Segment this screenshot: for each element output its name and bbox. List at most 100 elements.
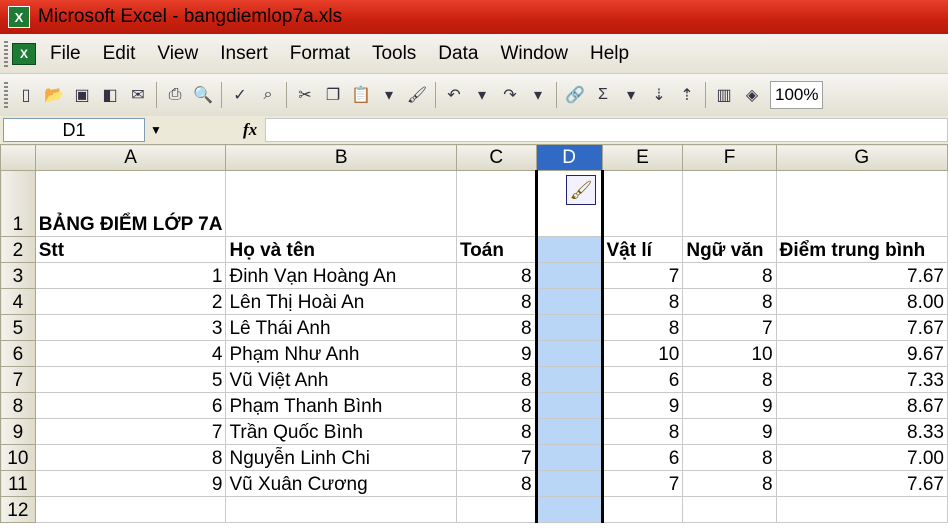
cell-b7[interactable]: Vũ Việt Anh (225, 366, 457, 393)
save-icon[interactable]: ▣ (71, 84, 93, 106)
insert-function-icon[interactable]: fx (243, 120, 257, 140)
menu-view[interactable]: View (157, 43, 198, 65)
row-header[interactable]: 7 (0, 366, 36, 393)
cell-d10[interactable] (534, 444, 604, 471)
cell-b4[interactable]: Lên Thị Hoài An (225, 288, 457, 315)
cell-g1[interactable] (775, 170, 948, 237)
research-icon[interactable]: ⌕ (257, 84, 279, 106)
cell-a12[interactable] (34, 496, 227, 523)
cell-a11[interactable]: 9 (34, 470, 227, 497)
cell-a3[interactable]: 1 (34, 262, 227, 289)
cell-e11[interactable]: 7 (601, 470, 684, 497)
cut-icon[interactable]: ✂ (294, 84, 316, 106)
cell-d5[interactable] (534, 314, 604, 341)
spelling-icon[interactable]: ✓ (229, 84, 251, 106)
cell-d11[interactable] (534, 470, 604, 497)
permission-icon[interactable]: ◧ (99, 84, 121, 106)
cell-c5[interactable]: 8 (455, 314, 537, 341)
cell-b10[interactable]: Nguyễn Linh Chi (225, 444, 457, 471)
cell-g12[interactable] (775, 496, 948, 523)
email-icon[interactable]: ✉ (127, 84, 149, 106)
cell-g11[interactable]: 7.67 (775, 470, 948, 497)
cell-f9[interactable]: 9 (682, 418, 777, 445)
sort-ascending-icon[interactable]: ⇣ (648, 84, 670, 106)
cell-g9[interactable]: 8.33 (775, 418, 948, 445)
cell-d4[interactable] (534, 288, 604, 315)
cell-d6[interactable] (534, 340, 604, 367)
cell-f6[interactable]: 10 (682, 340, 777, 367)
cell-a2[interactable]: Stt (34, 236, 227, 263)
row-header[interactable]: 11 (0, 470, 36, 497)
cell-b2[interactable]: Họ và tên (225, 236, 457, 263)
cell-b12[interactable] (225, 496, 457, 523)
cell-g7[interactable]: 7.33 (775, 366, 948, 393)
cell-e4[interactable]: 8 (601, 288, 684, 315)
cell-a8[interactable]: 6 (34, 392, 227, 419)
undo-icon[interactable]: ↶ (443, 84, 465, 106)
cell-g4[interactable]: 8.00 (775, 288, 948, 315)
row-header[interactable]: 1 (0, 170, 36, 237)
cell-f3[interactable]: 8 (682, 262, 777, 289)
cell-c11[interactable]: 8 (455, 470, 537, 497)
cell-a1[interactable]: BẢNG ĐIỂM LỚP 7A (34, 170, 227, 237)
cell-g6[interactable]: 9.67 (775, 340, 948, 367)
cell-b3[interactable]: Đinh Vạn Hoàng An (225, 262, 457, 289)
cell-c8[interactable]: 8 (455, 392, 537, 419)
cell-b11[interactable]: Vũ Xuân Cương (225, 470, 457, 497)
cell-c12[interactable] (455, 496, 537, 523)
cell-a4[interactable]: 2 (34, 288, 227, 315)
cell-e8[interactable]: 9 (601, 392, 684, 419)
excel-app-icon[interactable]: X (8, 6, 30, 28)
paste-dropdown-icon[interactable]: ▾ (378, 84, 400, 106)
cell-b5[interactable]: Lê Thái Anh (225, 314, 457, 341)
row-header[interactable]: 9 (0, 418, 36, 445)
autosum-dropdown-icon[interactable]: ▾ (620, 84, 642, 106)
menu-tools[interactable]: Tools (372, 43, 416, 65)
cell-f11[interactable]: 8 (682, 470, 777, 497)
cell-g5[interactable]: 7.67 (775, 314, 948, 341)
menu-file[interactable]: File (50, 43, 81, 65)
hyperlink-icon[interactable]: 🔗 (564, 84, 586, 106)
row-header[interactable]: 12 (0, 496, 36, 523)
menu-help[interactable]: Help (590, 43, 629, 65)
cell-g8[interactable]: 8.67 (775, 392, 948, 419)
menu-window[interactable]: Window (500, 43, 568, 65)
cell-d12[interactable] (534, 496, 604, 523)
cell-d9[interactable] (534, 418, 604, 445)
cell-c9[interactable]: 8 (455, 418, 537, 445)
copy-icon[interactable]: ❐ (322, 84, 344, 106)
cell-f8[interactable]: 9 (682, 392, 777, 419)
cell-e6[interactable]: 10 (601, 340, 684, 367)
cell-c4[interactable]: 8 (455, 288, 537, 315)
cell-e2[interactable]: Vật lí (601, 236, 684, 263)
cell-a9[interactable]: 7 (34, 418, 227, 445)
cell-e5[interactable]: 8 (601, 314, 684, 341)
sort-descending-icon[interactable]: ⇡ (676, 84, 698, 106)
cell-e1[interactable] (601, 170, 684, 237)
cell-b6[interactable]: Phạm Như Anh (225, 340, 457, 367)
cell-f1[interactable] (682, 170, 777, 237)
row-header[interactable]: 5 (0, 314, 36, 341)
menu-grip-handle[interactable] (4, 40, 8, 67)
cell-b9[interactable]: Trần Quốc Bình (225, 418, 457, 445)
column-header-a[interactable]: A (34, 144, 227, 171)
name-box-dropdown-icon[interactable]: ▼ (147, 119, 165, 141)
select-all-corner[interactable] (0, 144, 36, 171)
new-document-icon[interactable]: ▯ (15, 84, 37, 106)
cell-a6[interactable]: 4 (34, 340, 227, 367)
cell-c6[interactable]: 9 (455, 340, 537, 367)
cell-a7[interactable]: 5 (34, 366, 227, 393)
drawing-icon[interactable]: ◈ (741, 84, 763, 106)
menu-insert[interactable]: Insert (220, 43, 268, 65)
cell-e12[interactable] (601, 496, 684, 523)
column-header-e[interactable]: E (601, 144, 684, 171)
toolbar-grip-handle[interactable] (4, 82, 8, 108)
name-box[interactable]: D1 (3, 118, 145, 142)
menu-edit[interactable]: Edit (103, 43, 136, 65)
cell-e3[interactable]: 7 (601, 262, 684, 289)
formula-input[interactable] (265, 118, 948, 142)
cell-g10[interactable]: 7.00 (775, 444, 948, 471)
row-header[interactable]: 8 (0, 392, 36, 419)
print-preview-icon[interactable]: 🔍 (192, 84, 214, 106)
cell-b8[interactable]: Phạm Thanh Bình (225, 392, 457, 419)
